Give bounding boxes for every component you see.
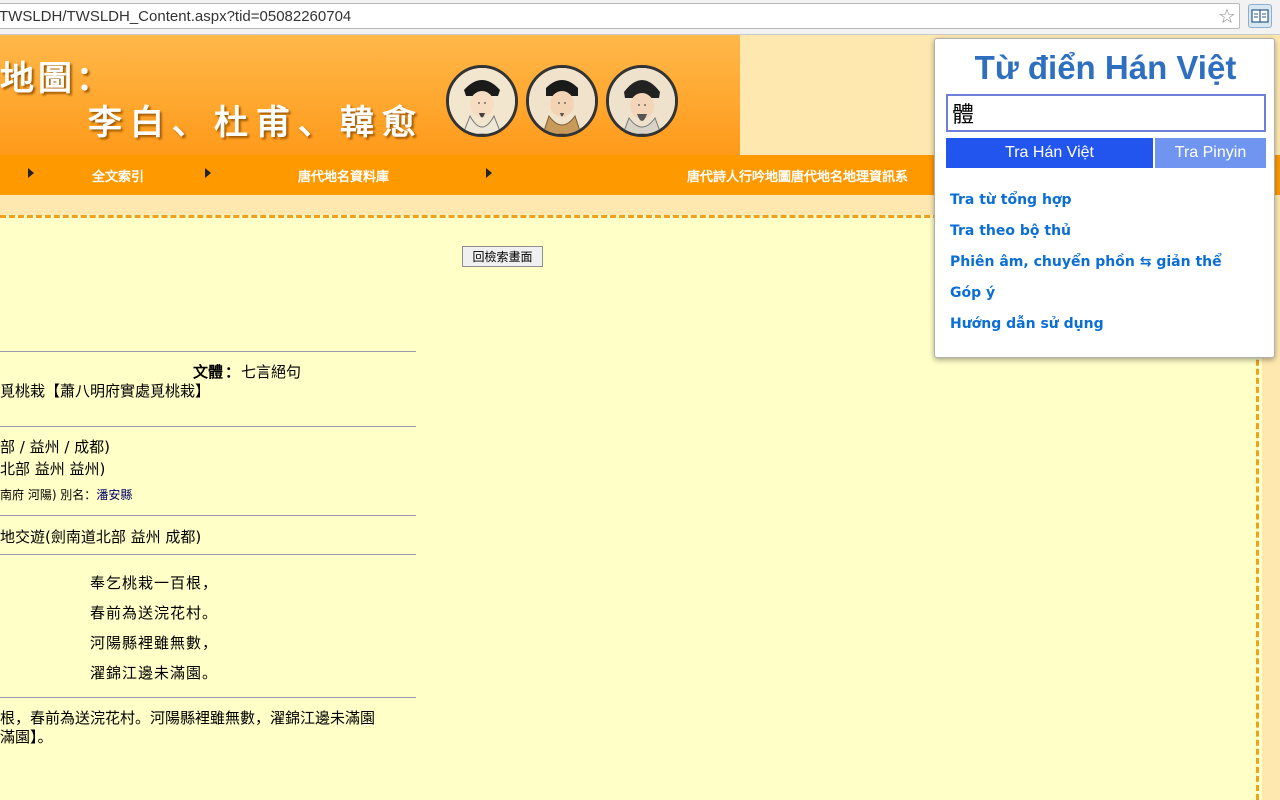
address-bar[interactable]: TWSLDH/TWSLDH_Content.aspx?tid=050822607… (0, 3, 1240, 29)
lookup-pinyin-button[interactable]: Tra Pinyin (1155, 138, 1266, 168)
place-line: 部 / 益州 / 成都) (0, 438, 111, 456)
bookmark-star-icon[interactable]: ☆ (1216, 4, 1238, 28)
nav-item-poet-map-gis[interactable]: 唐代詩人行吟地圖唐代地名地理資訊系 (687, 166, 908, 185)
alias-text: 潘安縣 (96, 488, 133, 502)
book-icon (1251, 9, 1269, 23)
divider (0, 351, 416, 352)
poem-line: 濯錦江邊未滿園。 (90, 664, 219, 682)
fulltext-line: 滿園】。 (0, 728, 53, 746)
poem-title: 覓桃栽【蕭八明府實處覓桃栽】 (0, 382, 211, 400)
portrait-du-fu (526, 65, 598, 137)
nav-arrow-icon (486, 168, 492, 178)
url-text[interactable]: TWSLDH/TWSLDH_Content.aspx?tid=050822607… (0, 8, 351, 25)
portrait-li-bai (446, 65, 518, 137)
fulltext-line: 根，春前為送浣花村。河陽縣裡雖無數，濯錦江邊未滿園 (0, 709, 376, 727)
link-transliteration[interactable]: Phiên âm, chuyển phồn ⇆ giản thể (950, 254, 1222, 270)
place-line: 南府 河陽) 別名：潘安縣 (0, 486, 132, 503)
back-to-search-button[interactable]: 回檢索畫面 (462, 246, 543, 267)
browser-toolbar: TWSLDH/TWSLDH_Content.aspx?tid=050822607… (0, 0, 1280, 35)
genre-colon: ： (225, 363, 241, 381)
banner-graphic: 地圖： 李白、杜甫、韓愈 (0, 35, 740, 155)
link-general-lookup[interactable]: Tra từ tổng hợp (950, 192, 1072, 208)
genre-label: 文體 (193, 363, 224, 381)
nav-item-fulltext-index[interactable]: 全文索引 (92, 166, 144, 185)
divider (0, 515, 416, 516)
nav-arrow-icon (28, 168, 34, 178)
lookup-han-viet-button[interactable]: Tra Hán Việt (946, 138, 1153, 168)
place-line: 北部 益州 益州) (0, 460, 106, 478)
place-text: 南府 河陽) 別名： (0, 488, 97, 502)
dictionary-popup: Từ điển Hán Việt Tra Hán Việt Tra Pinyin… (934, 38, 1275, 358)
portrait-han-yu (606, 65, 678, 137)
banner-title: 地圖： (0, 59, 114, 99)
divider (0, 697, 416, 698)
divider (0, 554, 416, 555)
dictionary-title: Từ điển Hán Việt (974, 49, 1237, 86)
banner-poets: 李白、杜甫、韓愈 (88, 103, 424, 143)
poem-line: 春前為送浣花村。 (90, 604, 219, 622)
poem-line: 奉乞桃栽一百根， (90, 574, 219, 592)
link-feedback[interactable]: Góp ý (950, 285, 995, 301)
nav-arrow-icon (205, 168, 211, 178)
nav-item-place-database[interactable]: 唐代地名資料庫 (298, 166, 389, 185)
travel-line: 地交遊(劍南道北部 益州 成都) (0, 528, 202, 546)
genre-value: 七言絕句 (241, 363, 302, 381)
divider (0, 426, 416, 427)
link-radical-lookup[interactable]: Tra theo bộ thủ (950, 223, 1071, 239)
poem-line: 河陽縣裡雖無數， (90, 634, 219, 652)
dictionary-extension-icon[interactable] (1248, 4, 1272, 28)
link-user-guide[interactable]: Hướng dẫn sử dụng (950, 316, 1104, 332)
dictionary-search-input[interactable] (946, 94, 1266, 132)
